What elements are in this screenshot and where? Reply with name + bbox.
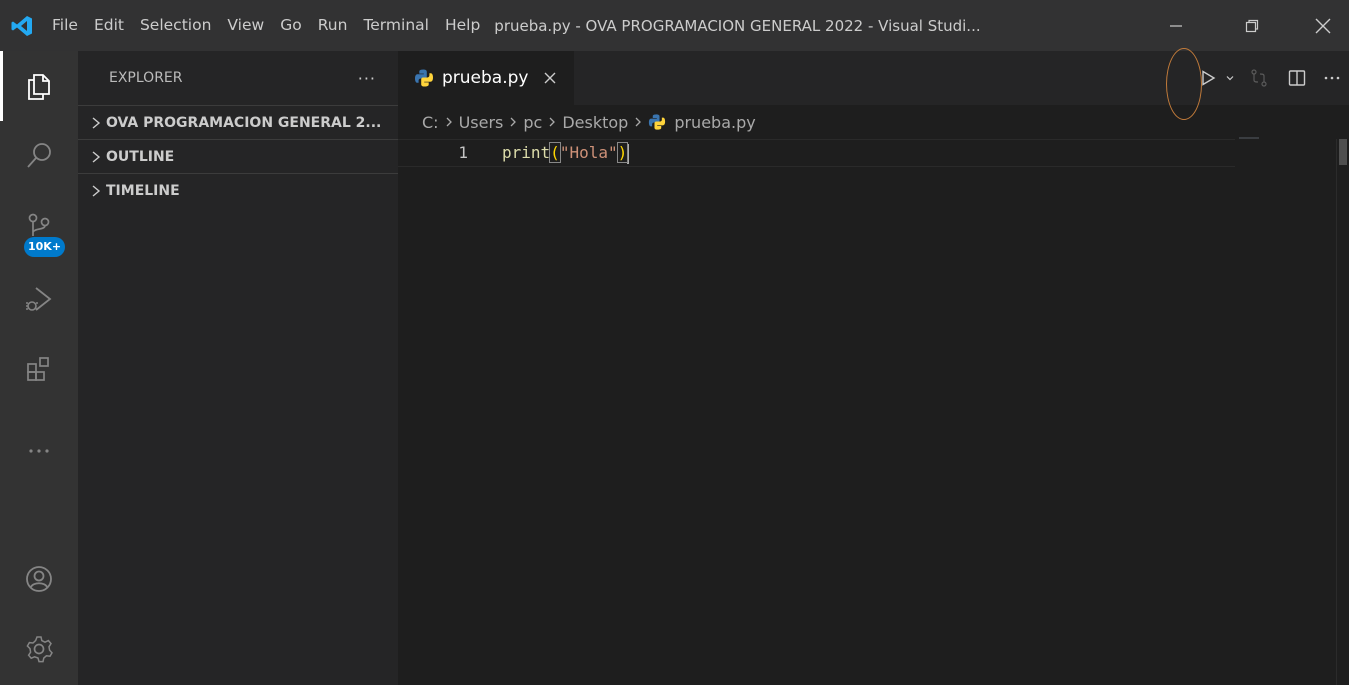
tab-close-button[interactable] [540,68,560,88]
tab-label: prueba.py [442,68,529,88]
more-icon [1324,76,1340,80]
search-view-button[interactable] [0,121,78,191]
breadcrumb-item[interactable]: Desktop [562,113,628,132]
explorer-more-actions-button[interactable]: ··· [358,69,376,88]
breadcrumb: C: Users pc Desktop prueba.py [398,105,1349,139]
explorer-sidebar: EXPLORER ··· OVA PROGRAMACION GENERAL 2.… [78,51,398,685]
play-icon [1202,70,1216,86]
split-editor-icon [1288,70,1306,86]
section-title: OUTLINE [106,148,175,165]
extensions-icon [27,357,49,381]
section-workspace-folder[interactable]: OVA PROGRAMACION GENERAL 2... [78,105,398,139]
menu-go[interactable]: Go [272,0,310,51]
line-number: 1 [458,143,468,162]
run-python-file-button[interactable] [1195,51,1221,105]
explorer-title: EXPLORER [109,70,183,86]
restore-button[interactable] [1226,0,1278,51]
menu-terminal[interactable]: Terminal [355,0,437,51]
title-bar: File Edit Selection View Go Run Terminal… [0,0,1349,51]
code-line[interactable]: print("Hola") [502,140,630,166]
chevron-right-icon [634,116,642,128]
manage-button[interactable] [0,614,78,684]
menu-view[interactable]: View [219,0,272,51]
chevron-right-icon [86,174,106,208]
explorer-header: EXPLORER ··· [78,51,398,105]
editor-area: prueba.py C: Users pc Desktop prueba.py … [398,51,1349,685]
extensions-view-button[interactable] [0,334,78,404]
source-control-badge: 10K+ [24,237,66,257]
manage-gear-icon [26,636,53,663]
close-icon [1315,18,1331,33]
chevron-right-icon [445,116,453,128]
menu-file[interactable]: File [44,0,86,51]
code-token-paren-close: ) [616,142,629,163]
close-icon [544,72,556,84]
text-cursor [627,143,630,164]
menu-selection[interactable]: Selection [132,0,219,51]
minimize-icon [1170,24,1182,27]
code-editor[interactable]: 1 print("Hola") [398,139,1349,685]
chevron-right-icon [86,106,106,140]
window-title: prueba.py - OVA PROGRAMACION GENERAL 202… [494,16,981,35]
more-icon [29,449,49,453]
chevron-right-icon [509,116,517,128]
vscode-logo-icon [0,0,44,51]
breadcrumb-item[interactable]: C: [422,113,439,132]
breadcrumb-item[interactable]: Users [459,113,504,132]
search-icon [27,143,51,168]
open-changes-button[interactable] [1239,51,1279,105]
editor-more-actions-button[interactable] [1315,51,1349,105]
editor-tab-bar: prueba.py [398,51,1349,105]
run-debug-view-button[interactable] [0,264,78,334]
activity-bar: 10K+ [0,51,78,685]
split-editor-button[interactable] [1279,51,1315,105]
breadcrumb-item[interactable]: prueba.py [674,113,755,132]
section-title: OVA PROGRAMACION GENERAL 2... [106,114,382,131]
account-icon [26,566,52,592]
code-token-string: "Hola" [559,143,618,162]
more-views-button[interactable] [0,416,78,486]
chevron-down-icon [1226,76,1234,81]
accounts-button[interactable] [0,544,78,614]
section-timeline[interactable]: TIMELINE [78,173,398,207]
compare-changes-icon [1251,69,1267,87]
chevron-right-icon [548,116,556,128]
run-options-dropdown[interactable] [1221,51,1239,105]
section-title: TIMELINE [106,182,180,199]
menu-help[interactable]: Help [437,0,488,51]
menu-bar: File Edit Selection View Go Run Terminal… [44,0,488,51]
explorer-view-button[interactable] [0,51,78,121]
tab-prueba-py[interactable]: prueba.py [398,51,574,105]
minimize-button[interactable] [1150,0,1202,51]
python-file-icon [415,69,433,87]
menu-edit[interactable]: Edit [86,0,132,51]
python-file-icon [649,114,666,130]
editor-actions [1195,51,1349,105]
breadcrumb-item[interactable]: pc [523,113,542,132]
menu-run[interactable]: Run [310,0,356,51]
restore-icon [1245,19,1259,32]
active-indicator [0,51,3,121]
files-icon [28,74,50,100]
current-line[interactable]: 1 print("Hola") [398,139,1235,167]
run-debug-icon [26,287,52,311]
chevron-right-icon [86,140,106,174]
close-window-button[interactable] [1297,0,1349,51]
code-token-function: print [502,143,551,162]
section-outline[interactable]: OUTLINE [78,139,398,173]
code-token-paren-open: ( [549,142,561,163]
